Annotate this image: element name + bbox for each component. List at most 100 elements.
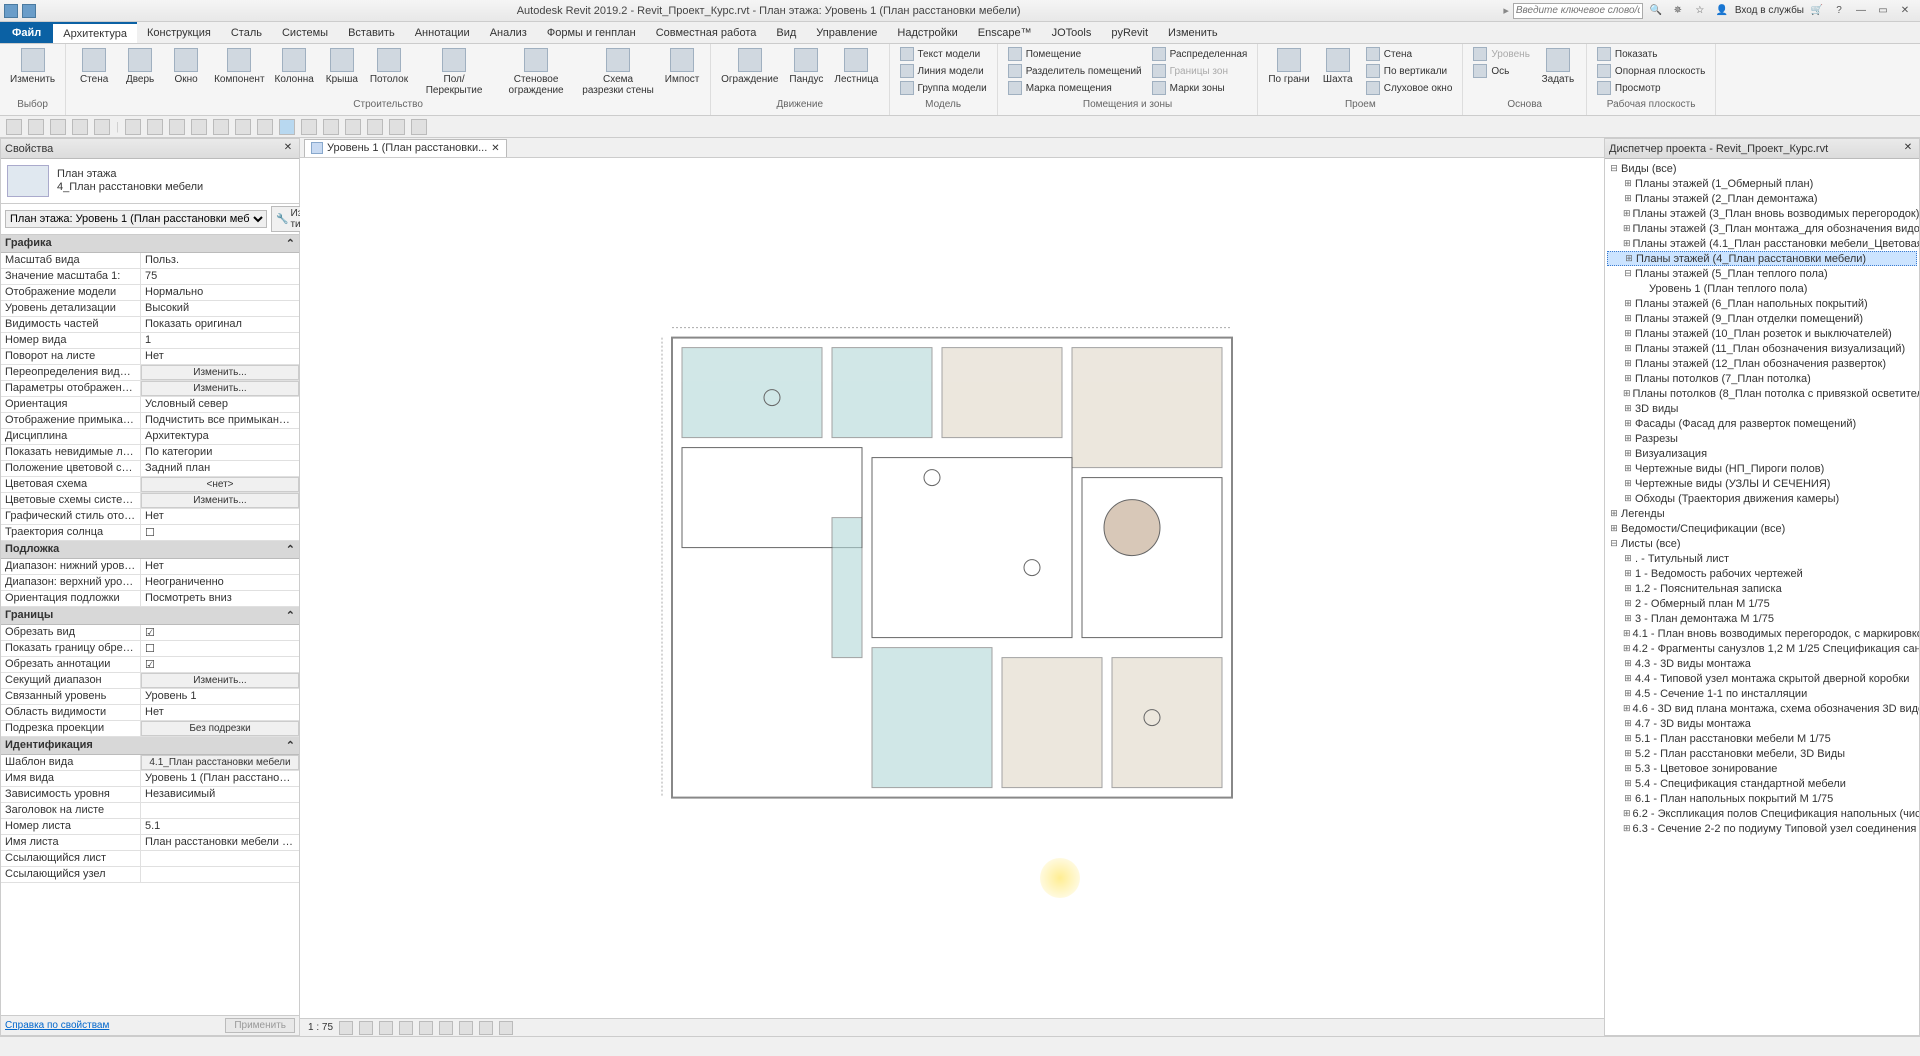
tree-sheet[interactable]: ⊞4.3 - 3D виды монтажа (1607, 656, 1917, 671)
mullion-button[interactable]: Импост (660, 46, 704, 87)
property-row[interactable]: Секущий диапазонИзменить... (1, 673, 299, 689)
property-row[interactable]: Уровень детализацииВысокий (1, 301, 299, 317)
property-row[interactable]: Видимость частейПоказать оригинал (1, 317, 299, 333)
property-row[interactable]: Заголовок на листе (1, 803, 299, 819)
qat-undo[interactable] (72, 119, 88, 135)
area-button[interactable]: Распределенная (1148, 46, 1252, 62)
property-row[interactable]: Положение цветовой схемыЗадний план (1, 461, 299, 477)
tree-schedules[interactable]: ⊞Ведомости/Спецификации (все) (1607, 521, 1917, 536)
qat-redo[interactable] (94, 119, 110, 135)
view-tab-active[interactable]: Уровень 1 (План расстановки... ✕ (304, 139, 507, 157)
property-row[interactable]: Связанный уровеньУровень 1 (1, 689, 299, 705)
tree-floorplan[interactable]: ⊞Планы этажей (3_План монтажа_для обозна… (1607, 221, 1917, 236)
vc-hide[interactable] (459, 1021, 473, 1035)
menu-enscape[interactable]: Enscape™ (968, 22, 1042, 43)
search-input[interactable] (1513, 3, 1643, 19)
tree-sheet[interactable]: ⊞1 - Ведомость рабочих чертежей (1607, 566, 1917, 581)
tree-sheet[interactable]: ⊞6.2 - Экспликация полов Спецификация на… (1607, 806, 1917, 821)
property-row[interactable]: Значение масштаба 1:75 (1, 269, 299, 285)
menu-collaborate[interactable]: Совместная работа (646, 22, 767, 43)
browser-close[interactable]: ✕ (1901, 142, 1915, 156)
tree-sheet[interactable]: ⊞2 - Обмерный план М 1/75 (1607, 596, 1917, 611)
qat-save[interactable] (28, 119, 44, 135)
property-row[interactable]: Область видимостиНет (1, 705, 299, 721)
drawing-canvas[interactable] (300, 158, 1604, 1018)
menu-view[interactable]: Вид (766, 22, 806, 43)
tree-sheet[interactable]: ⊞4.7 - 3D виды монтажа (1607, 716, 1917, 731)
model-group-button[interactable]: Группа модели (896, 80, 991, 96)
qat-sync[interactable] (50, 119, 66, 135)
property-row[interactable]: Ссылающийся узел (1, 867, 299, 883)
property-row[interactable]: Обрезать вид (1, 625, 299, 641)
view-tab-close[interactable]: ✕ (491, 143, 499, 154)
comm-icon[interactable]: ✵ (1669, 3, 1687, 19)
property-row[interactable]: Траектория солнца (1, 525, 299, 541)
tree-floorplan[interactable]: ⊞Планы этажей (6_План напольных покрытий… (1607, 296, 1917, 311)
tree-floorplan[interactable]: ⊞Планы этажей (2_План демонтажа) (1607, 191, 1917, 206)
model-text-button[interactable]: Текст модели (896, 46, 991, 62)
room-tag-button[interactable]: Марка помещения (1004, 80, 1146, 96)
property-row[interactable]: Имя видаУровень 1 (План расстановки ... (1, 771, 299, 787)
vc-visual[interactable] (359, 1021, 373, 1035)
tree-sheet[interactable]: ⊞6.1 - План напольных покрытий М 1/75 (1607, 791, 1917, 806)
qat-text[interactable] (213, 119, 229, 135)
tree-sheets-root[interactable]: ⊟Листы (все) (1607, 536, 1917, 551)
tree-sheet[interactable]: ⊞5.1 - План расстановки мебели М 1/75 (1607, 731, 1917, 746)
property-row[interactable]: Ориентация подложкиПосмотреть вниз (1, 591, 299, 607)
door-button[interactable]: Дверь (118, 46, 162, 87)
menu-file[interactable]: Файл (0, 22, 53, 43)
minimize-button[interactable]: — (1852, 3, 1870, 19)
qat-section[interactable] (257, 119, 273, 135)
tree-sheet[interactable]: ⊞4.4 - Типовой узел монтажа скрытой двер… (1607, 671, 1917, 686)
qat-print[interactable] (125, 119, 141, 135)
vc-shadow[interactable] (399, 1021, 413, 1035)
properties-help-link[interactable]: Справка по свойствам (5, 1020, 109, 1031)
ref-plane-button[interactable]: Опорная плоскость (1593, 63, 1709, 79)
type-selector[interactable]: План этажа4_План расстановки мебели (1, 159, 299, 204)
property-row[interactable]: Номер вида1 (1, 333, 299, 349)
room-button[interactable]: Помещение (1004, 46, 1146, 62)
tree-sheet[interactable]: ⊞5.3 - Цветовое зонирование (1607, 761, 1917, 776)
show-button[interactable]: Показать (1593, 46, 1709, 62)
property-row[interactable]: Шаблон вида4.1_План расстановки мебели (1, 755, 299, 771)
vc-sun[interactable] (379, 1021, 393, 1035)
component-button[interactable]: Компонент (210, 46, 268, 87)
tree-view-category[interactable]: ⊞Разрезы (1607, 431, 1917, 446)
user-icon[interactable]: 👤 (1713, 3, 1731, 19)
properties-close[interactable]: ✕ (281, 142, 295, 156)
maximize-button[interactable]: ▭ (1874, 3, 1892, 19)
vc-render[interactable] (419, 1021, 433, 1035)
star-icon[interactable]: ☆ (1691, 3, 1709, 19)
group-underlay[interactable]: Подложка⌃ (1, 541, 299, 559)
menu-annotate[interactable]: Аннотации (405, 22, 480, 43)
qat-b1[interactable] (345, 119, 361, 135)
opening-vertical-button[interactable]: По вертикали (1362, 63, 1457, 79)
area-tag-button[interactable]: Марки зоны (1148, 80, 1252, 96)
tree-floorplan[interactable]: ⊞Планы этажей (9_План отделки помещений) (1607, 311, 1917, 326)
tree-ceiling[interactable]: ⊞Планы потолков (8_План потолка с привяз… (1607, 386, 1917, 401)
stair-button[interactable]: Лестница (830, 46, 882, 87)
area-boundary-button[interactable]: Границы зон (1148, 63, 1252, 79)
property-row[interactable]: Масштаб видаПольз. (1, 253, 299, 269)
qat-dim[interactable] (169, 119, 185, 135)
apply-button[interactable]: Применить (225, 1018, 295, 1033)
qat-3d[interactable] (235, 119, 251, 135)
qat-b3[interactable] (389, 119, 405, 135)
opening-face-button[interactable]: По грани (1264, 46, 1313, 87)
level-button[interactable]: Уровень (1469, 46, 1534, 62)
property-row[interactable]: Подрезка проекцииБез подрезки (1, 721, 299, 737)
tree-sheet[interactable]: ⊞4.1 - План вновь возводимых перегородок… (1607, 626, 1917, 641)
property-row[interactable]: Зависимость уровняНезависимый (1, 787, 299, 803)
group-graphics[interactable]: Графика⌃ (1, 235, 299, 253)
menu-steel[interactable]: Сталь (221, 22, 272, 43)
railing-button[interactable]: Ограждение (717, 46, 782, 87)
tree-view-category[interactable]: ⊞3D виды (1607, 401, 1917, 416)
qat-open[interactable] (6, 119, 22, 135)
opening-dormer-button[interactable]: Слуховое окно (1362, 80, 1457, 96)
property-row[interactable]: Отображение примыканий с...Подчистить вс… (1, 413, 299, 429)
menu-manage[interactable]: Управление (806, 22, 887, 43)
qat-b4[interactable] (411, 119, 427, 135)
view-scale[interactable]: 1 : 75 (308, 1022, 333, 1033)
tree-sheet[interactable]: ⊞4.5 - Сечение 1-1 по инсталляции (1607, 686, 1917, 701)
menu-architecture[interactable]: Архитектура (53, 22, 137, 43)
